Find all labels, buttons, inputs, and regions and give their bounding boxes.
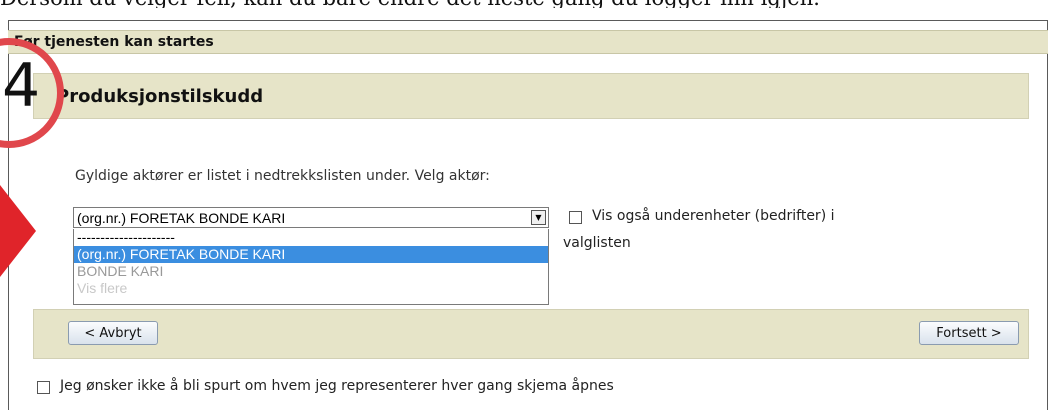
section-bar: Produksjonstilskudd — [33, 73, 1029, 119]
actor-instruction: Gyldige aktører er listet i nedtrekkslis… — [75, 168, 490, 184]
subunits-checkbox[interactable] — [569, 211, 582, 224]
subunits-label-line2: valglisten — [563, 235, 631, 251]
step-number: 4 — [2, 51, 41, 121]
actor-select[interactable]: (org.nr.) FORETAK BONDE KARI ▼ — [73, 207, 549, 228]
dont-ask-checkbox[interactable] — [37, 381, 50, 394]
button-bar: < Avbryt Fortsett > — [33, 309, 1029, 359]
cancel-button[interactable]: < Avbryt — [68, 321, 158, 345]
instruction-caption: Dersom du velger feil, kan du bare endre… — [0, 0, 1059, 8]
actor-dropdown-list[interactable]: --------------------- (org.nr.) FORETAK … — [73, 229, 549, 305]
dropdown-option-show-more[interactable]: Vis flere — [74, 280, 548, 297]
dont-ask-label: Jeg ønsker ikke å bli spurt om hvem jeg … — [60, 378, 614, 394]
pointer-arrow-icon — [0, 185, 36, 277]
dropdown-option-foretak[interactable]: (org.nr.) FORETAK BONDE KARI — [74, 246, 548, 263]
actor-select-value: (org.nr.) FORETAK BONDE KARI — [77, 210, 286, 226]
subunits-label-line1: Vis også underenheter (bedrifter) i — [592, 208, 835, 224]
section-title: Produksjonstilskudd — [56, 86, 264, 107]
dropdown-option-bonde-kari[interactable]: BONDE KARI — [74, 263, 548, 280]
chevron-down-icon[interactable]: ▼ — [531, 210, 546, 225]
header-title: Før tjenesten kan startes — [14, 34, 214, 50]
dropdown-option-separator[interactable]: --------------------- — [74, 229, 548, 246]
continue-button[interactable]: Fortsett > — [919, 321, 1019, 345]
header-bar: Før tjenesten kan startes — [8, 30, 1048, 54]
